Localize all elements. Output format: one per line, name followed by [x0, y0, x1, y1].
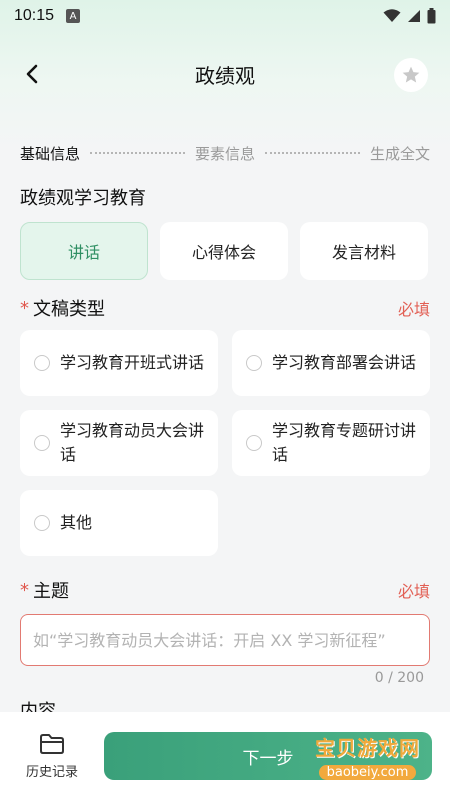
radio-button[interactable] [34, 355, 50, 371]
form-content: 基础信息 要素信息 生成全文 政绩观学习教育 讲话 心得体会 发言材料 * 文稿… [0, 130, 450, 724]
required-tag: 必填 [397, 582, 430, 601]
nav-bar: 政绩观 [0, 48, 450, 100]
tab-speech[interactable]: 讲话 [20, 222, 148, 280]
folder-icon [40, 733, 64, 754]
step-generate-full-text: 生成全文 [370, 144, 431, 163]
step-divider [90, 152, 185, 154]
history-label: 历史记录 [25, 764, 78, 780]
tab-reflections[interactable]: 心得体会 [160, 222, 288, 280]
signal-icon [408, 10, 420, 22]
topic-header: * 主题 必填 [0, 576, 450, 604]
step-indicator: 基础信息 要素信息 生成全文 [0, 130, 450, 176]
doc-type-option[interactable]: 学习教育部署会讲话 [232, 330, 430, 396]
doc-type-option[interactable]: 学习教育专题研讨讲话 [232, 410, 430, 476]
back-button[interactable] [18, 60, 46, 88]
step-divider [265, 152, 360, 154]
chevron-left-icon [26, 64, 38, 84]
required-star: * [20, 297, 29, 319]
page-title: 政绩观 [195, 63, 255, 88]
doc-type-header: * 文稿类型 必填 [0, 294, 450, 322]
doc-type-options: 学习教育开班式讲话 学习教育部署会讲话 学习教育动员大会讲话 学习教育专题研讨讲… [0, 330, 450, 556]
section-title: 政绩观学习教育 [20, 188, 146, 209]
category-tabs: 讲话 心得体会 发言材料 [0, 222, 450, 280]
required-star: * [20, 579, 29, 601]
status-icons [383, 8, 436, 24]
doc-type-option[interactable]: 学习教育动员大会讲话 [20, 410, 218, 476]
status-bar: 10:15 A [0, 0, 450, 32]
option-label: 其他 [60, 513, 93, 532]
step-elements-info: 要素信息 [195, 144, 256, 163]
option-label: 学习教育动员大会讲话 [60, 421, 205, 464]
site-watermark: 宝贝游戏网 baobeiy.com [315, 732, 420, 780]
doc-type-option[interactable]: 学习教育开班式讲话 [20, 330, 218, 396]
radio-button[interactable] [246, 435, 262, 451]
doc-type-label: 文稿类型 [33, 299, 105, 320]
wifi-icon [383, 9, 401, 22]
option-label: 学习教育专题研讨讲话 [272, 421, 417, 464]
watermark-url: baobeiy.com [318, 765, 417, 780]
topic-label: 主题 [33, 581, 69, 602]
radio-button[interactable] [34, 435, 50, 451]
step-basic-info: 基础信息 [20, 144, 81, 163]
topic-input-box [20, 614, 430, 666]
favorite-button[interactable] [394, 58, 428, 92]
option-label: 学习教育开班式讲话 [60, 353, 205, 372]
required-tag: 必填 [397, 300, 430, 319]
topic-input[interactable] [33, 630, 417, 650]
history-button[interactable]: 历史记录 [0, 733, 104, 780]
status-time: 10:15 [14, 7, 55, 24]
option-label: 学习教育部署会讲话 [272, 353, 417, 372]
battery-icon [427, 8, 436, 24]
char-counter: 0 / 200 [374, 670, 424, 686]
star-icon [402, 66, 420, 83]
radio-button[interactable] [34, 515, 50, 531]
tab-speaking-material[interactable]: 发言材料 [300, 222, 428, 280]
watermark-title: 宝贝游戏网 [315, 736, 420, 760]
notification-a-icon: A [66, 9, 81, 23]
radio-button[interactable] [246, 355, 262, 371]
doc-type-option[interactable]: 其他 [20, 490, 218, 556]
